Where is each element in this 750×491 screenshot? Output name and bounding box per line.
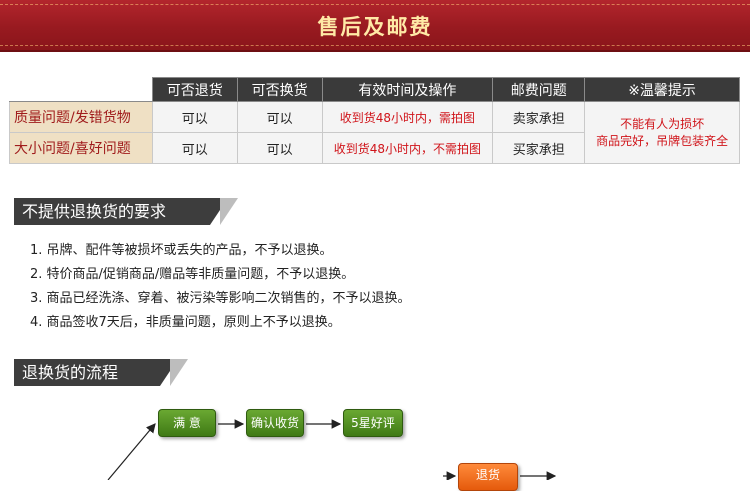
- process-flow-arrows: [107, 419, 557, 480]
- step-confirm-receipt: 确认收货: [246, 409, 304, 437]
- step-satisfied: 满 意: [158, 409, 216, 437]
- step-return: 退货: [458, 463, 518, 491]
- step-five-star-review: 5星好评: [343, 409, 403, 437]
- arrow-to-satisfied: [107, 423, 156, 480]
